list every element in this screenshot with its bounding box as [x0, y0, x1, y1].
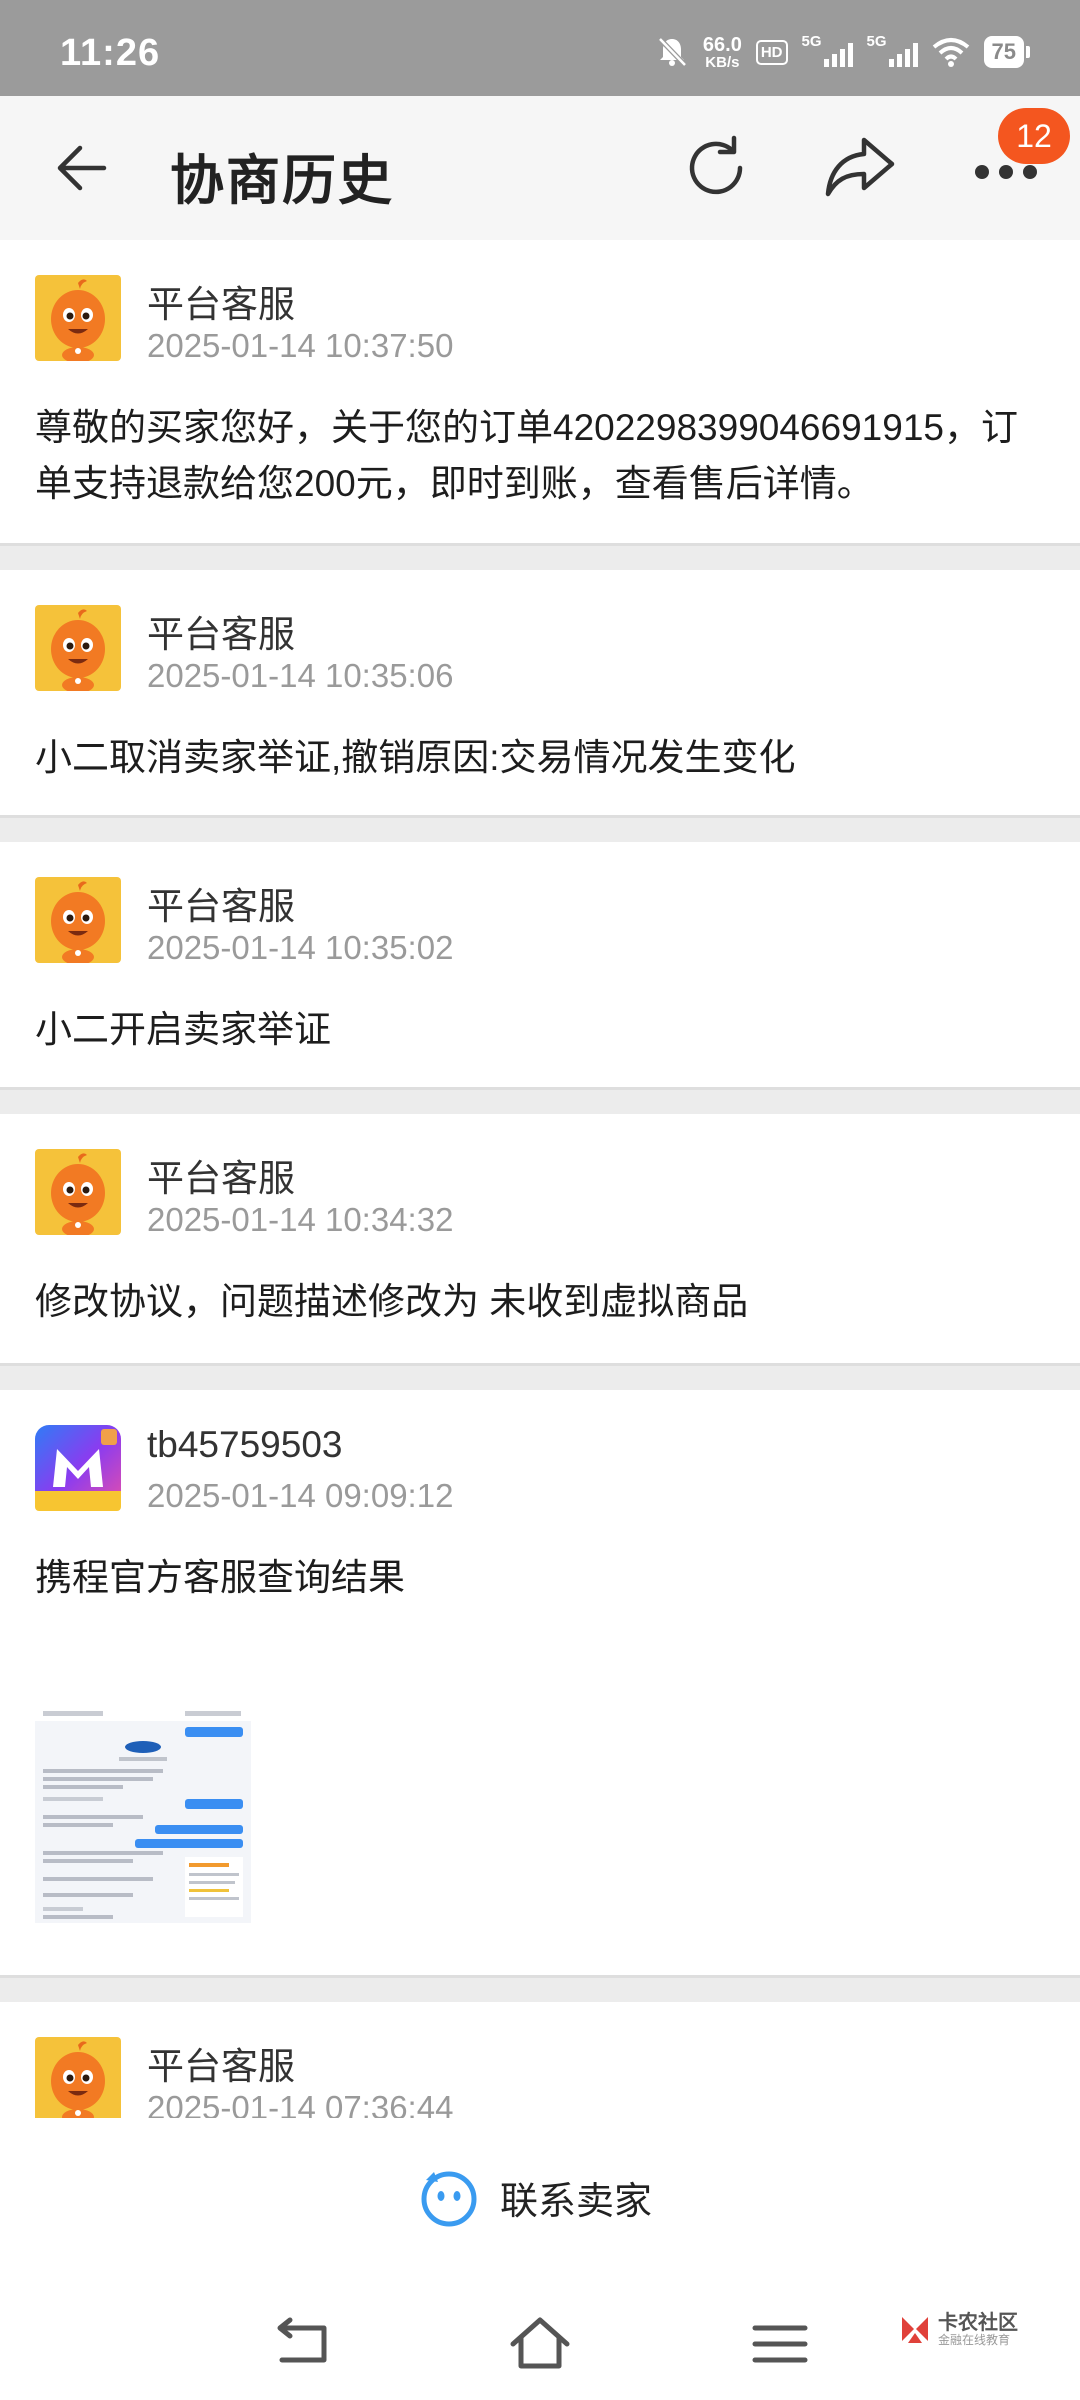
wifi-icon	[932, 38, 969, 67]
watermark-logo: 卡农社区 金融在线教育	[898, 2312, 1018, 2347]
network-speed-unit: KB/s	[705, 53, 740, 71]
status-icons: 66.0 KB/s HD 5G 5G 75	[655, 30, 1031, 74]
entry-time: 2025-01-14 07:36:44	[147, 2089, 454, 2118]
notification-count-badge: 12	[998, 108, 1070, 164]
share-icon[interactable]	[820, 130, 900, 206]
contact-seller-label: 联系卖家	[500, 2180, 653, 2223]
entry-author: 平台客服	[147, 614, 295, 655]
entry-time: 2025-01-14 10:35:06	[147, 657, 454, 694]
bottom-action-bar: 联系卖家	[0, 2118, 1080, 2284]
avatar-m-logo-icon	[35, 1425, 121, 1511]
watermark-text: 卡农社区 金融在线教育	[938, 2312, 1018, 2347]
avatar-mascot-icon	[35, 877, 121, 963]
entry-content: 小二开启卖家举证	[35, 1009, 331, 1050]
mute-bell-icon	[658, 37, 687, 67]
page-title: 协商历史	[170, 151, 394, 211]
status-bar: 11:26 66.0 KB/s HD 5G 5G 75	[0, 0, 1080, 96]
history-entry: 平台客服 2025-01-14 10:34:32 修改协议，问题描述修改为 未收…	[0, 1114, 1080, 1366]
system-nav-bar: 卡农社区 金融在线教育	[0, 2284, 1080, 2400]
signal-icon-sim2: 5G	[867, 33, 918, 67]
avatar-mascot-icon	[35, 2037, 121, 2118]
entry-content[interactable]: 尊敬的买家您好，关于您的订单4202298399046691915，订单支持退款…	[35, 400, 1045, 512]
avatar-mascot-icon	[35, 1149, 121, 1235]
watermark-main: 卡农社区	[938, 2312, 1018, 2334]
battery-icon: 75	[983, 36, 1031, 68]
hd-voice-icon: HD	[755, 39, 788, 65]
entry-author: 平台客服	[147, 284, 295, 325]
entry-content: 携程官方客服查询结果	[35, 1557, 405, 1598]
entry-time: 2025-01-14 09:09:12	[147, 1477, 454, 1514]
sim1-network-type: 5G	[801, 33, 822, 50]
back-arrow-icon[interactable]	[52, 136, 116, 200]
history-entry: 平台客服 2025-01-14 10:37:50 尊敬的买家您好，关于您的订单4…	[0, 240, 1080, 546]
sim2-network-type: 5G	[866, 33, 887, 50]
contact-seller-button[interactable]: 联系卖家	[418, 2166, 652, 2228]
watermark-icon	[902, 2316, 928, 2343]
entry-time: 2025-01-14 10:34:32	[147, 1201, 454, 1238]
entry-author: tb45759503	[147, 1424, 343, 1465]
attachment-thumbnail[interactable]	[35, 1707, 251, 1923]
history-list[interactable]: 平台客服 2025-01-14 10:37:50 尊敬的买家您好，关于您的订单4…	[0, 240, 1080, 2118]
refresh-icon[interactable]	[680, 130, 756, 206]
history-entry: 平台客服 2025-01-14 10:35:06 小二取消卖家举证,撤销原因:交…	[0, 570, 1080, 818]
entry-author: 平台客服	[147, 2046, 295, 2087]
watermark-sub: 金融在线教育	[938, 2333, 1011, 2347]
avatar-mascot-icon	[35, 605, 121, 691]
entry-content: 修改协议，问题描述修改为 未收到虚拟商品	[35, 1281, 749, 1322]
status-time: 11:26	[60, 32, 161, 74]
recents-nav-icon[interactable]	[745, 2314, 815, 2374]
network-speed: 66.0 KB/s	[703, 35, 742, 70]
back-nav-icon[interactable]	[268, 2314, 338, 2374]
entry-time: 2025-01-14 10:35:02	[147, 929, 454, 966]
entry-author: 平台客服	[147, 1158, 295, 1199]
home-nav-icon[interactable]	[505, 2314, 575, 2374]
avatar-mascot-icon	[35, 275, 121, 361]
history-entry: 平台客服 2025-01-14 10:35:02 小二开启卖家举证	[0, 842, 1080, 1090]
history-entry: tb45759503 2025-01-14 09:09:12 携程官方客服查询结…	[0, 1390, 1080, 1978]
entry-author: 平台客服	[147, 886, 295, 927]
chat-bubble-icon	[421, 2171, 477, 2227]
signal-icon-sim1: 5G	[802, 33, 853, 67]
app-header: 协商历史 12	[0, 96, 1080, 240]
network-speed-value: 66.0	[702, 33, 742, 56]
history-entry: 平台客服 2025-01-14 07:36:44	[0, 2002, 1080, 2118]
entry-content: 小二取消卖家举证,撤销原因:交易情况发生变化	[35, 737, 796, 778]
entry-time: 2025-01-14 10:37:50	[147, 327, 454, 364]
